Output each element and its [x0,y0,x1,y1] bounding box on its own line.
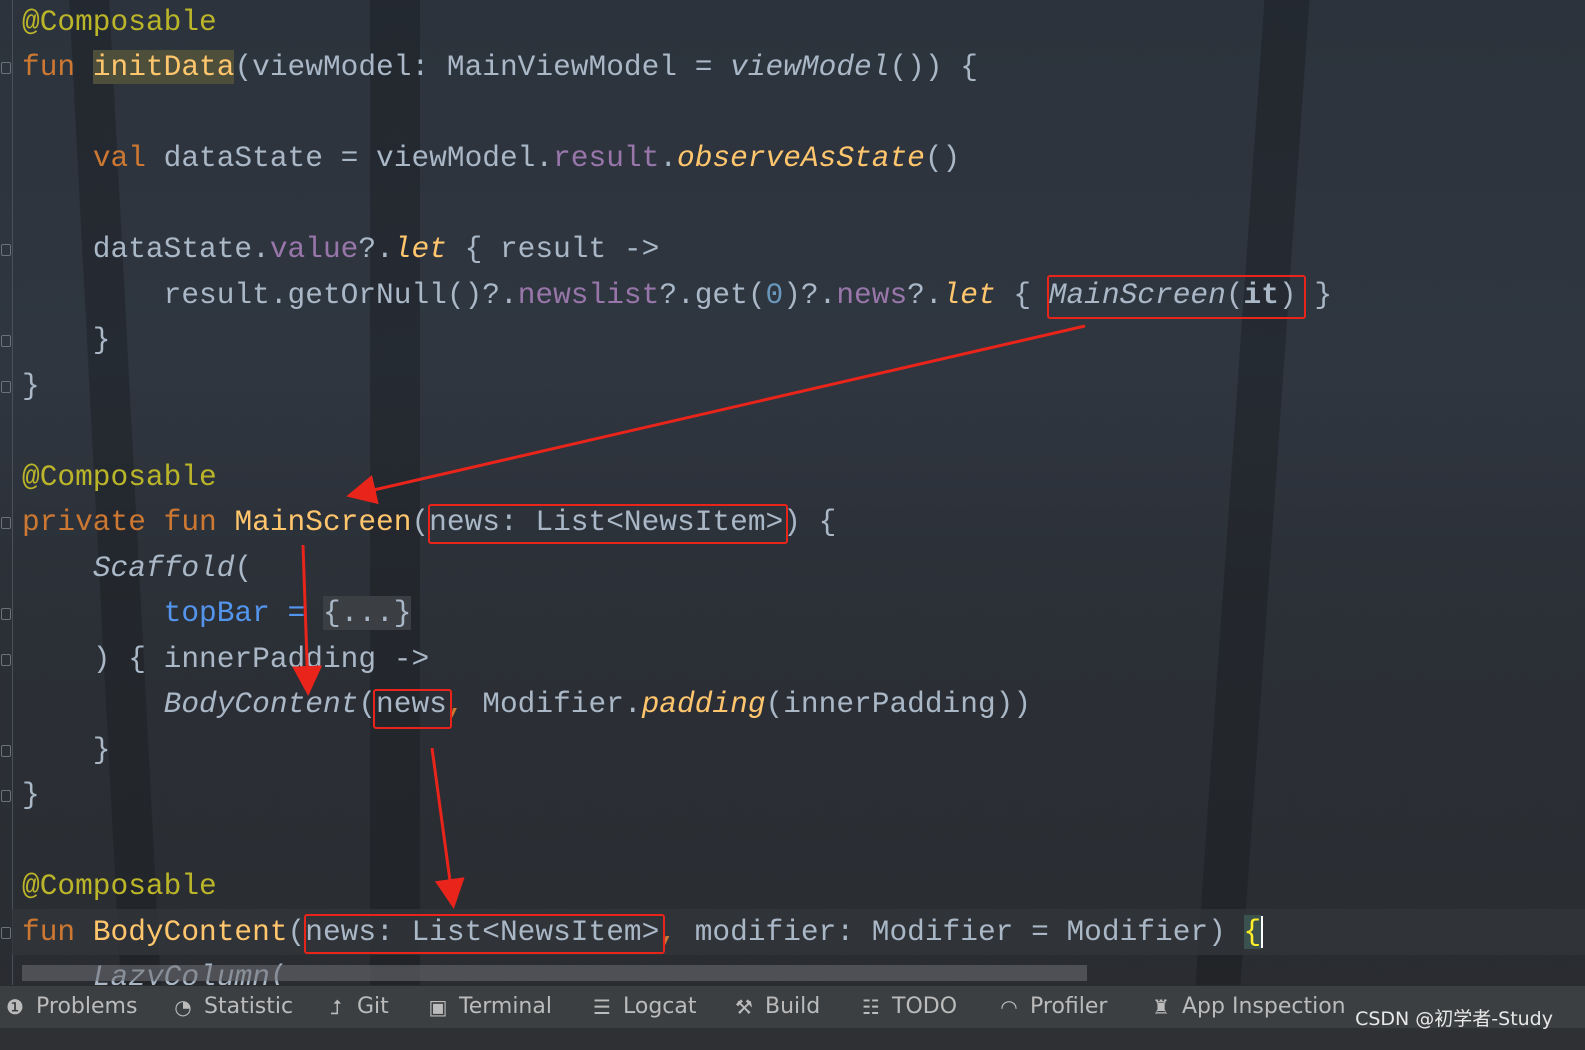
tool-button-logcat[interactable]: ☰ Logcat [591,986,697,1028]
tool-button-profiler[interactable]: ◠ Profiler [998,986,1107,1028]
tool-button-label: Statistic [204,994,294,1019]
tool-button-label: Profiler [1030,994,1108,1019]
tool-window-bar: ❶ Problems ◔ Statistic ⮥ Git ▣ Terminal ☰ Logcat ⚒… [0,985,1585,1050]
tool-button-app-inspection[interactable]: ♜ App Inspection [1150,986,1346,1028]
watermark: CSDN @初学者-Study [1355,1008,1553,1030]
tool-button-statistic[interactable]: ◔ Statistic [172,986,293,1028]
tool-button-problems[interactable]: ❶ Problems [4,986,137,1028]
tool-button-label: TODO [892,994,958,1019]
arrow [292,544,323,696]
profiler-icon: ◠ [1000,995,1018,1019]
logcat-icon: ☰ [593,995,611,1019]
tool-button-label: Terminal [459,994,552,1019]
todo-icon: ☷ [862,995,880,1019]
tool-button-label: Problems [36,994,138,1019]
build-icon: ⚒ [735,995,753,1019]
app-inspection-icon: ♜ [1152,995,1170,1019]
status-bar [0,1028,1585,1050]
tool-button-label: Git [357,994,389,1019]
tool-button-todo[interactable]: ☷ TODO [860,986,957,1028]
tool-button-build[interactable]: ⚒ Build [733,986,820,1028]
annotation-arrows [292,324,1086,909]
tool-button-label: App Inspection [1182,994,1346,1019]
statistic-icon: ◔ [174,995,192,1019]
arrow [430,747,465,909]
tool-button-label: Build [765,994,821,1019]
tool-button-git[interactable]: ⮥ Git [325,986,389,1028]
arrow [346,324,1086,505]
problems-icon: ❶ [6,995,24,1019]
terminal-icon: ▣ [428,995,448,1019]
git-icon: ⮥ [330,995,342,1019]
tool-button-label: Logcat [623,994,697,1019]
tool-button-terminal[interactable]: ▣ Terminal [427,986,552,1028]
